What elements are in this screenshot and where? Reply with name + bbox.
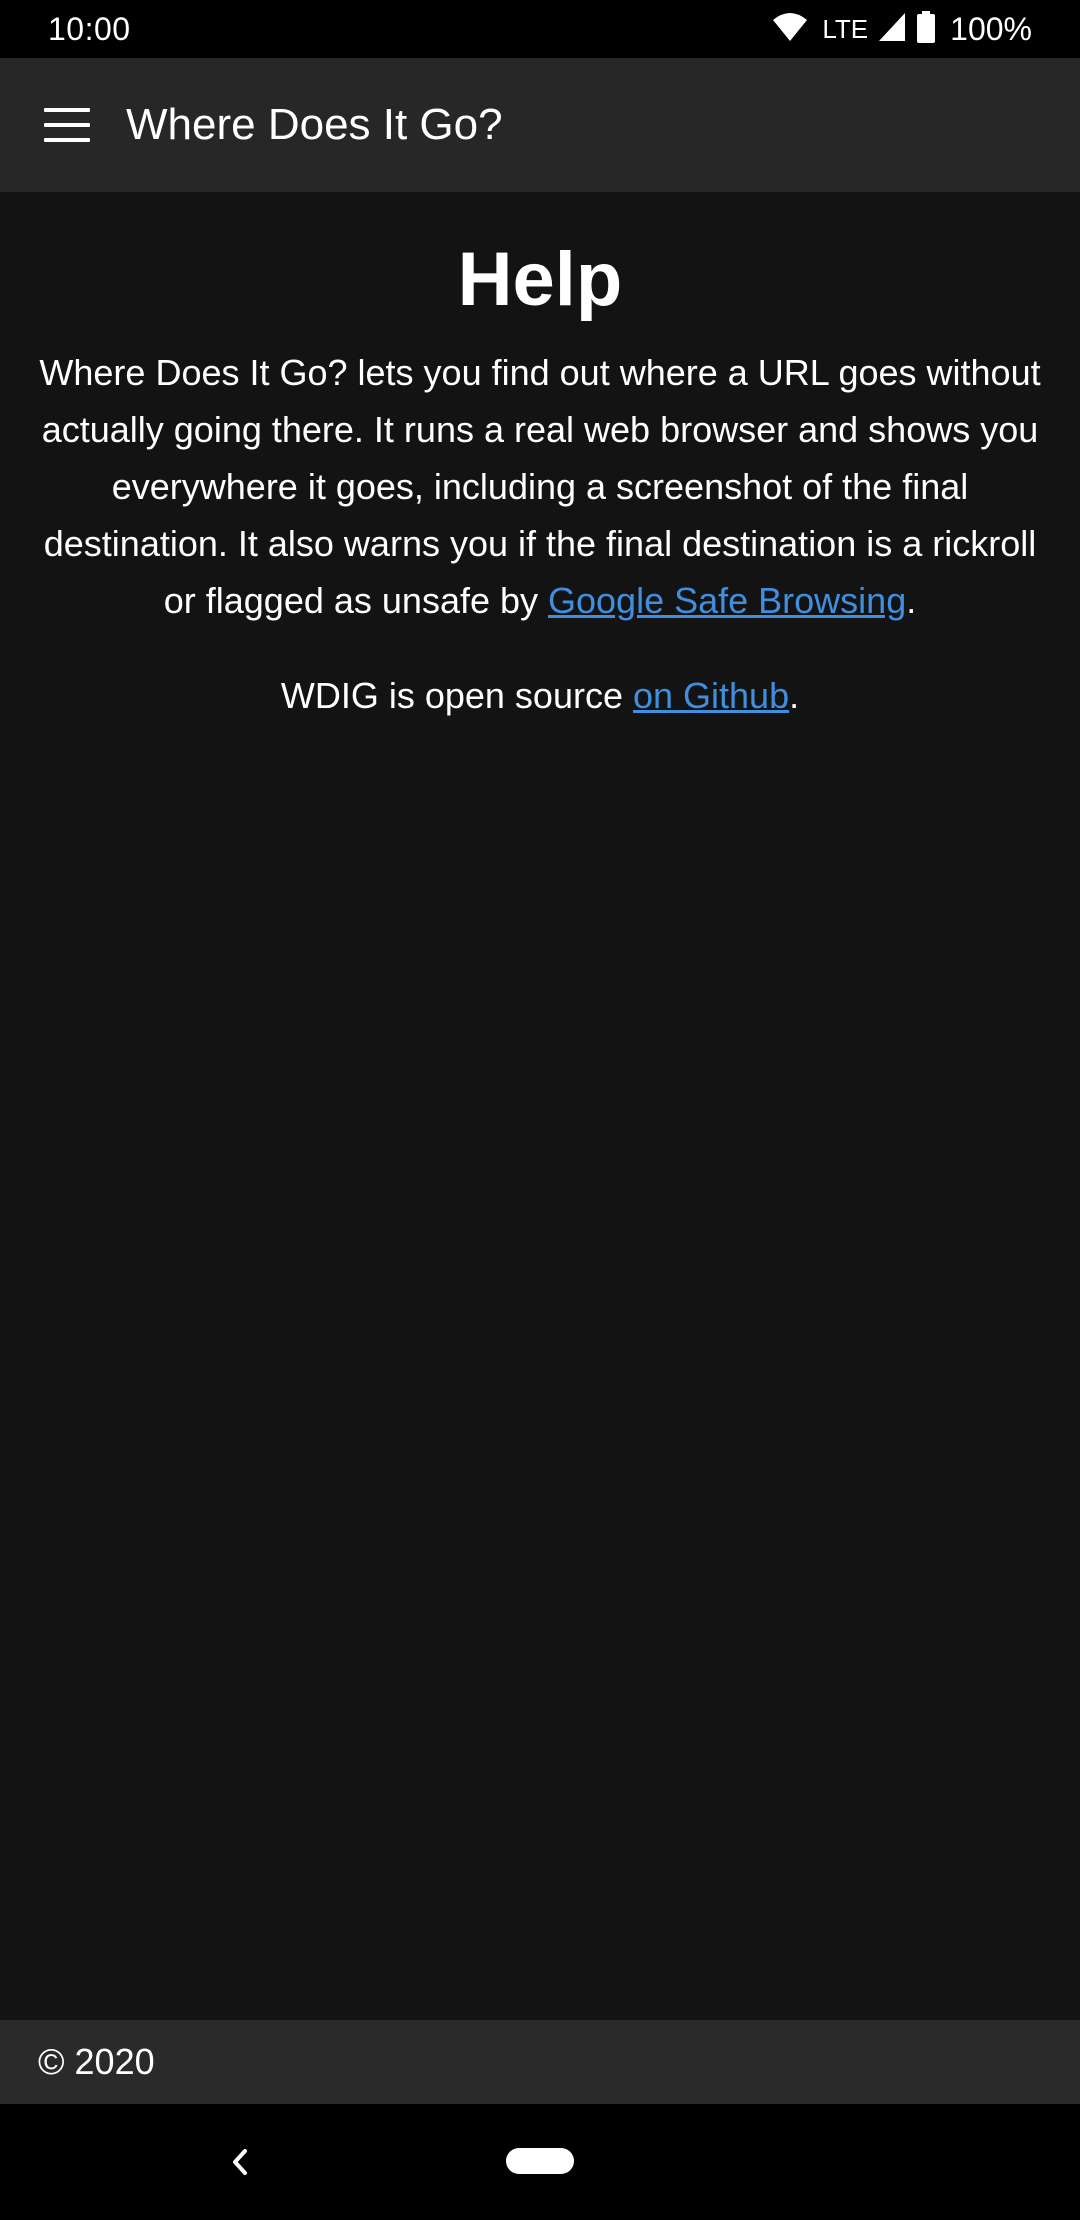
app-title: Where Does It Go? — [126, 100, 503, 149]
open-source-text: WDIG is open source — [280, 675, 633, 716]
help-description: Where Does It Go? lets you find out wher… — [28, 344, 1052, 629]
footer: © 2020 — [0, 2020, 1080, 2104]
open-source-end: . — [789, 675, 800, 716]
status-icons: LTE 100% — [772, 10, 1032, 48]
hamburger-menu-icon[interactable] — [44, 108, 90, 142]
copyright-text: © 2020 — [38, 2041, 155, 2082]
battery-icon — [916, 10, 936, 48]
page-title: Help — [457, 237, 623, 322]
github-link[interactable]: on Github — [633, 675, 789, 716]
back-chevron-icon[interactable] — [220, 2138, 260, 2186]
app-bar: Where Does It Go? — [0, 58, 1080, 192]
status-time: 10:00 — [48, 10, 131, 47]
open-source-note: WDIG is open source on Github. — [28, 667, 1052, 724]
battery-percent: 100% — [950, 10, 1032, 47]
help-body-end: . — [906, 580, 917, 621]
wifi-icon — [772, 12, 808, 47]
google-safe-browsing-link[interactable]: Google Safe Browsing — [548, 580, 906, 621]
status-bar: 10:00 LTE 100% — [0, 0, 1080, 58]
cell-signal-icon — [878, 12, 906, 47]
app-screen: 10:00 LTE 100% Where Does It Go? Help Wh… — [0, 0, 1080, 2220]
help-content: Help Where Does It Go? lets you find out… — [0, 192, 1080, 2020]
network-type: LTE — [822, 13, 869, 44]
home-pill-icon[interactable] — [506, 2148, 574, 2174]
system-nav-bar — [0, 2104, 1080, 2220]
